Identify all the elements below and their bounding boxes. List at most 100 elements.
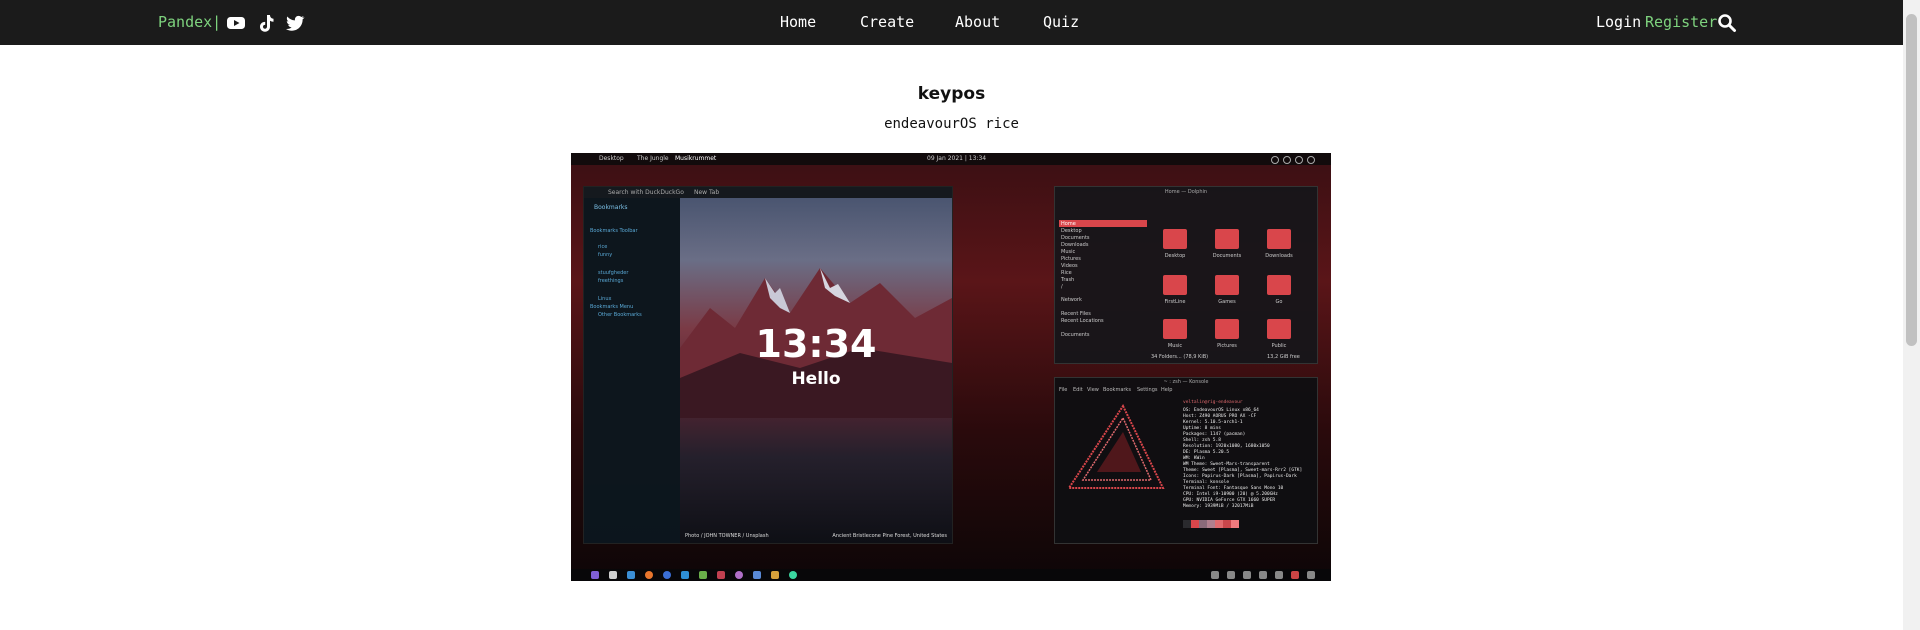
place-item: Documents <box>1061 235 1090 241</box>
place-item: Trash <box>1061 277 1075 283</box>
place-item: Home <box>1061 221 1076 227</box>
konsole-menu-item: File <box>1059 387 1068 393</box>
browser-search-placeholder: Search with DuckDuckGo <box>608 189 684 196</box>
folder-label: Games <box>1218 299 1236 305</box>
place-item: Recent Files <box>1061 311 1091 317</box>
place-item: Videos <box>1061 263 1078 269</box>
post-title: keypos <box>917 84 986 104</box>
taskbar-app-icon <box>735 571 743 579</box>
firefox-icon <box>645 571 653 579</box>
fetch-line: Shell: zsh 5.8 <box>1183 438 1221 443</box>
folder-label: Desktop <box>1164 253 1186 259</box>
fetch-line: Icons: Papirus-Dark [Plasma], Papirus-Da… <box>1183 474 1297 479</box>
folder-label: FirstLine <box>1164 299 1186 305</box>
konsole-menu-item: Help <box>1161 387 1173 393</box>
dolphin-free-space: 13,2 GiB free <box>1267 354 1300 360</box>
color-swatch <box>1231 520 1239 528</box>
tray-icon <box>1227 571 1235 579</box>
fetch-line: Terminal Font: Fantasque Sans Mono 10 <box>1183 486 1284 491</box>
taskbar-app-icon <box>771 571 779 579</box>
top-navbar: Pandex| Home Create About Quiz Login Reg… <box>0 0 1903 45</box>
dolphin-title: Home — Dolphin <box>1164 189 1208 195</box>
twitter-icon[interactable] <box>285 13 305 33</box>
place-item: Documents <box>1061 332 1090 338</box>
tray-icon <box>1307 156 1315 164</box>
konsole-menu-item: Bookmarks <box>1103 387 1131 393</box>
fetch-line: DE: Plasma 5.20.5 <box>1183 450 1230 455</box>
tray-icon <box>1271 156 1279 164</box>
nav-create[interactable]: Create <box>860 0 914 45</box>
place-item: Recent Locations <box>1061 318 1104 324</box>
fetch-line: Host: Z490 AORUS PRO AX -CF <box>1183 414 1257 419</box>
bookmark-item: freethings <box>598 278 624 284</box>
register-link[interactable]: Register <box>1645 0 1717 45</box>
endeavouros-ascii-logo <box>1067 403 1165 489</box>
color-swatch <box>1207 520 1215 528</box>
browser-tab-label: New Tab <box>694 189 720 196</box>
folder-icon <box>1163 319 1187 339</box>
folder-icon <box>1215 229 1239 249</box>
folder-label: Public <box>1271 343 1287 349</box>
nav-home[interactable]: Home <box>780 0 816 45</box>
fetch-line: Theme: Sweet [Plasma], Sweet-mars-Rrr2 [… <box>1183 468 1303 473</box>
place-item: Desktop <box>1061 228 1082 234</box>
place-item: Music <box>1061 249 1076 255</box>
folder-icon <box>1267 319 1291 339</box>
bookmark-item: funny <box>598 252 613 258</box>
flag-icon <box>1291 571 1299 579</box>
photo-location: Ancient Bristlecone Pine Forest, United … <box>832 533 947 539</box>
folder-icon <box>1215 275 1239 295</box>
taskbar-app-icon <box>717 571 725 579</box>
taskbar-app-icon <box>699 571 707 579</box>
konsole-menu-item: View <box>1087 387 1099 393</box>
rice-screenshot: Desktop The Jungle Musikrummet 09 Jan 20… <box>571 153 1331 581</box>
tray-icon <box>1283 156 1291 164</box>
konsole-menu-item: Edit <box>1073 387 1083 393</box>
bookmarks-sidebar-title: Bookmarks <box>594 204 628 211</box>
page-scrollbar[interactable] <box>1903 0 1920 630</box>
bookmark-item: Bookmarks Menu <box>590 304 634 310</box>
color-swatch <box>1199 520 1207 528</box>
youtube-icon[interactable] <box>226 13 246 33</box>
vscode-icon <box>681 571 689 579</box>
lockscreen-clock: 13:34 <box>755 322 877 366</box>
dolphin-status: 34 Folders... (78,9 KiB) <box>1151 354 1209 360</box>
folder-label: Downloads <box>1265 253 1293 259</box>
color-swatch <box>1215 520 1223 528</box>
color-swatch <box>1223 520 1231 528</box>
screenshot-taskbar <box>571 569 1331 581</box>
bookmarks-sidebar: Bookmarks Bookmarks Toolbar rice funny s… <box>584 198 680 543</box>
taskbar-app-icon <box>609 571 617 579</box>
search-icon[interactable] <box>1717 13 1737 33</box>
bookmark-item: rice <box>598 244 608 250</box>
tiktok-icon[interactable] <box>256 13 276 33</box>
place-item: Pictures <box>1061 256 1081 262</box>
browser-tabbar: Search with DuckDuckGo New Tab <box>584 187 952 198</box>
nav-about[interactable]: About <box>955 0 1000 45</box>
place-item: Network <box>1061 297 1082 303</box>
panel-clock: 09 Jan 2021 | 13:34 <box>927 155 987 162</box>
konsole-window: ~ : zsh — Konsole File Edit View Bookmar… <box>1054 377 1318 544</box>
lockscreen-photo: 13:34 Hello Photo / JOHN TOWNER / Unspla… <box>680 198 952 543</box>
folder-icon <box>1267 275 1291 295</box>
color-swatch <box>1191 520 1199 528</box>
post-subtitle: endeavourOS rice <box>884 116 1019 132</box>
konsole-user-host: veltalin@rig-endeavour <box>1183 400 1243 405</box>
taskbar-app-icon <box>753 571 761 579</box>
fetch-line: GPU: NVIDIA GeForce GTX 1660 SUPER <box>1183 498 1276 503</box>
fetch-line: WM: KWin <box>1183 456 1205 461</box>
nav-quiz[interactable]: Quiz <box>1043 0 1079 45</box>
color-swatch <box>1183 520 1191 528</box>
folder-label: Documents <box>1212 253 1242 259</box>
brand-logo[interactable]: Pandex| <box>158 0 221 45</box>
tray-icon <box>1243 571 1251 579</box>
dolphin-window: Home — Dolphin Home Desktop Documents Do… <box>1054 186 1318 364</box>
tray-icon <box>1275 571 1283 579</box>
place-item: Downloads <box>1061 242 1089 248</box>
konsole-menubar: File Edit View Bookmarks Settings Help <box>1055 387 1317 395</box>
login-link[interactable]: Login <box>1596 0 1641 45</box>
place-item: / <box>1061 284 1063 290</box>
scrollbar-thumb[interactable] <box>1906 14 1917 346</box>
fetch-line: WM Theme: Sweet-Mars-transparent <box>1183 462 1270 467</box>
bookmark-item: Linux <box>598 296 612 302</box>
